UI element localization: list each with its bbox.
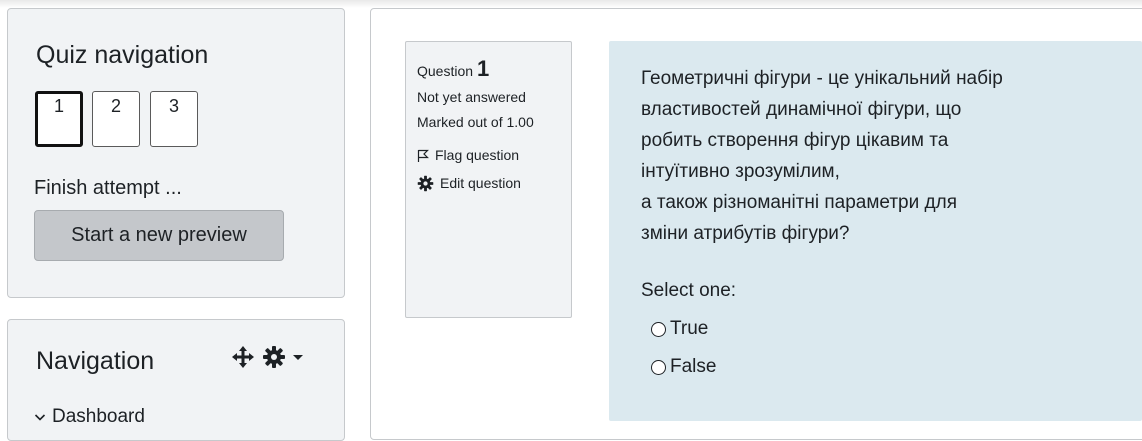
quiz-nav-button-1[interactable]: 1 [35,91,83,147]
quiz-navigation-title: Quiz navigation [36,41,209,69]
chevron-down-icon [34,406,46,428]
question-text-line: зміни атрибутів фігури? [641,223,850,244]
question-info-box: Question 1 Not yet answered Marked out o… [405,41,572,318]
quiz-navigation-block: Quiz navigation 1 2 3 Finish attempt ...… [7,8,345,298]
navigation-block-controls [230,344,304,370]
edit-question-link[interactable]: Edit question [417,174,571,197]
flag-question-toggle[interactable]: Flag question [417,146,571,168]
finish-attempt-link[interactable]: Finish attempt ... [34,177,182,200]
answer-option-label: False [670,356,717,377]
answer-option-false[interactable]: False [641,352,1142,382]
question-prefix: Question [417,63,474,79]
edit-question-label: Edit question [440,175,521,191]
move-icon[interactable] [230,344,256,370]
question-text-line: робить створення фігур цікавим та [641,130,949,151]
navigation-title: Navigation [36,347,155,375]
gear-icon [417,174,434,197]
question-text-line: інтуїтивно зрозумілим, [641,161,840,182]
page-top-edge [0,0,1142,8]
question-text-line: Геометричні фігури - це унікальний набір [641,68,1003,89]
navigation-block: Navigation Dashboard [7,319,345,441]
question-status: Not yet answered [417,89,526,105]
quiz-nav-button-2[interactable]: 2 [92,91,140,147]
nav-item-label: Dashboard [52,406,145,427]
question-content-box: Геометричні фігури - це унікальний набір… [609,41,1142,421]
question-number: 1 [476,56,490,81]
nav-item-dashboard[interactable]: Dashboard [34,406,145,428]
question-number-heading: Question 1 [417,56,571,82]
flag-question-label: Flag question [435,147,520,163]
radio-false[interactable] [651,359,666,375]
quiz-nav-button-3[interactable]: 3 [150,91,198,147]
question-grade: Marked out of 1.00 [417,114,534,130]
radio-true[interactable] [651,321,666,337]
gear-icon[interactable] [262,345,286,369]
question-text-line: властивостей динамічної фігури, що [641,99,962,120]
select-one-label: Select one: [641,280,737,301]
answer-option-true[interactable]: True [641,314,1142,344]
question-text-line: а також різноманітні параметри для [641,192,957,213]
question-text: Геометричні фігури - це унікальний набір… [641,63,1142,249]
caret-down-icon[interactable] [292,351,304,363]
answer-option-label: True [670,318,709,339]
flag-icon [417,146,429,168]
start-new-preview-button[interactable]: Start a new preview [34,210,284,261]
